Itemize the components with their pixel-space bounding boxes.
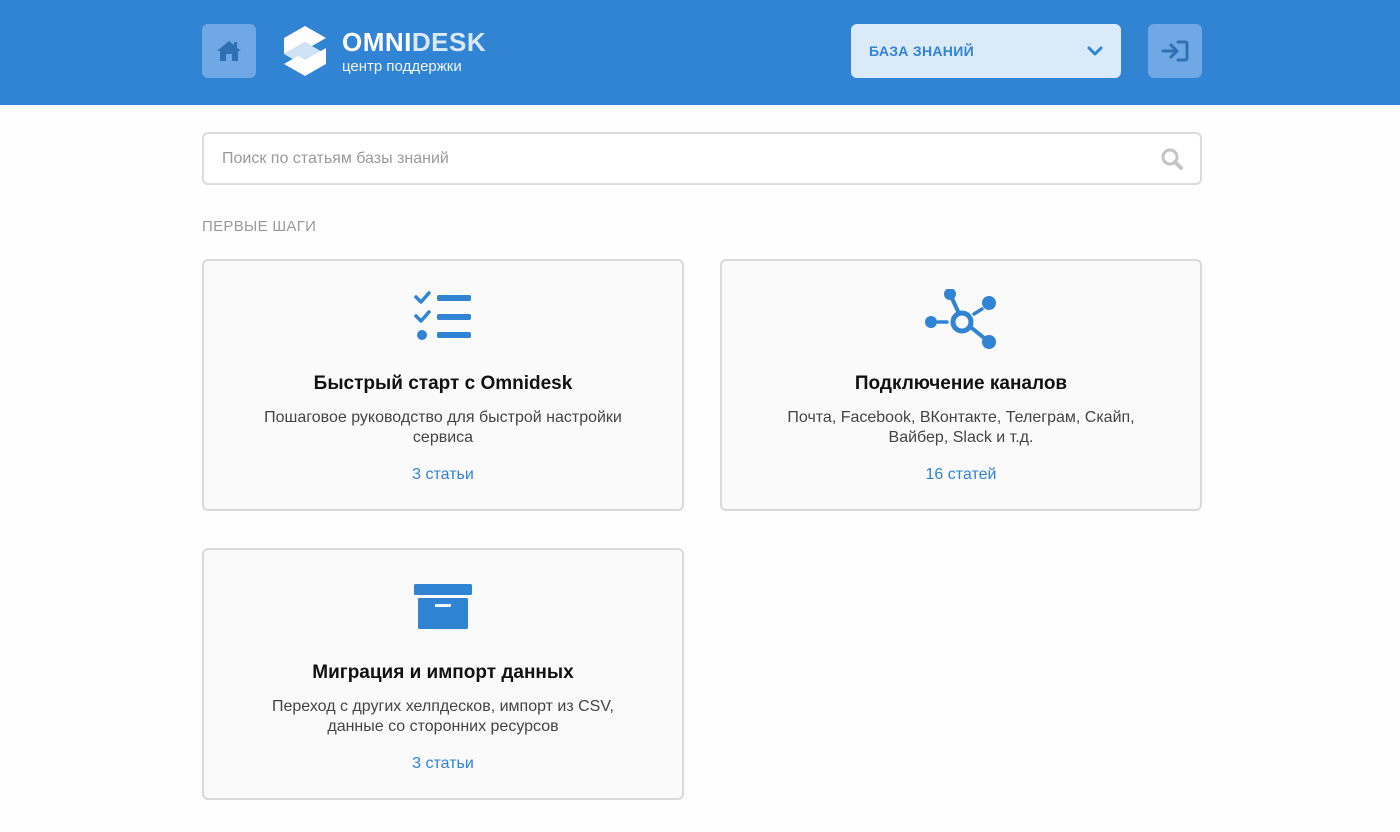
logo-name: OMNIDESK xyxy=(342,26,487,57)
home-button[interactable] xyxy=(202,24,256,78)
home-icon xyxy=(217,41,241,61)
search-input[interactable] xyxy=(204,134,1200,183)
category-card-quick-start[interactable]: Быстрый старт с Omnidesk Пошаговое руков… xyxy=(202,259,684,511)
category-card-migration[interactable]: Миграция и импорт данных Переход с други… xyxy=(202,548,684,800)
knowledge-base-dropdown[interactable]: БАЗА ЗНАНИЙ xyxy=(851,24,1121,78)
checklist-icon xyxy=(414,291,471,340)
search-icon[interactable] xyxy=(1160,147,1184,171)
category-card-channels[interactable]: Подключение каналов Почта, Facebook, ВКо… xyxy=(720,259,1202,511)
card-title: Подключение каналов xyxy=(854,373,1068,394)
card-description: Переход с других хелпдесков, импорт из C… xyxy=(271,698,614,735)
chevron-down-icon xyxy=(1087,46,1103,56)
top-header: OMNIDESK центр поддержки БАЗА ЗНАНИЙ xyxy=(0,0,1400,105)
knowledge-base-dropdown-label: БАЗА ЗНАНИЙ xyxy=(869,43,974,59)
card-article-count[interactable]: 3 статьи xyxy=(204,755,682,773)
card-title: Быстрый старт с Omnidesk xyxy=(313,373,573,394)
omnidesk-logo[interactable]: OMNIDESK центр поддержки xyxy=(282,24,486,78)
section-title: ПЕРВЫЕ ШАГИ xyxy=(202,218,317,235)
archive-box-icon xyxy=(414,584,472,629)
card-description: Пошаговое руководство для быстрой настро… xyxy=(264,409,622,446)
search-box xyxy=(202,132,1202,185)
logo-mark-icon xyxy=(284,26,326,76)
card-article-count[interactable]: 3 статьи xyxy=(204,466,682,484)
logo-subtitle: центр поддержки xyxy=(342,57,462,75)
network-icon xyxy=(925,289,996,349)
card-title: Миграция и импорт данных xyxy=(312,662,574,683)
login-button[interactable] xyxy=(1148,24,1202,78)
card-description: Почта, Facebook, ВКонтакте, Телеграм, Ск… xyxy=(787,409,1135,446)
card-article-count[interactable]: 16 статей xyxy=(722,466,1200,484)
sign-in-icon xyxy=(1161,40,1189,62)
